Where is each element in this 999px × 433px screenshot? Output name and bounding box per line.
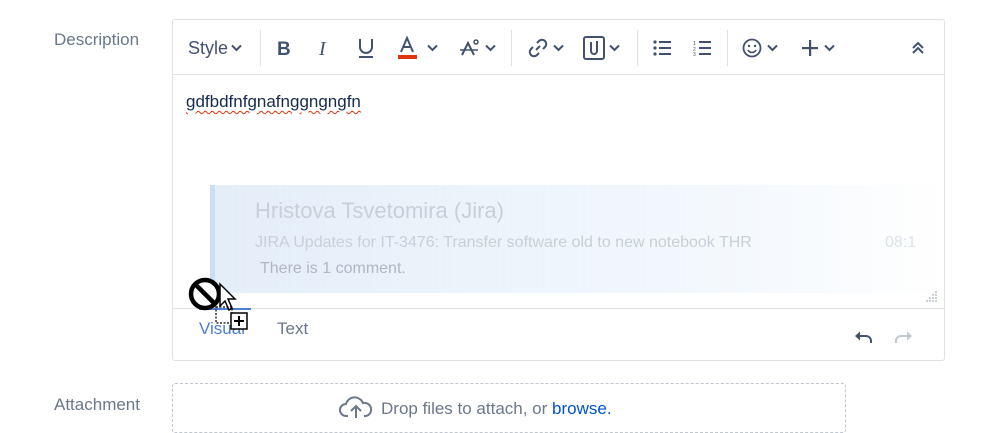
bold-icon: B bbox=[277, 39, 291, 58]
bullet-list-button[interactable] bbox=[653, 34, 671, 62]
resize-handle-icon[interactable] bbox=[926, 290, 938, 302]
dropzone-text: Drop files to attach, or browse. bbox=[381, 399, 612, 419]
attachment-icon bbox=[583, 36, 605, 60]
notification-subject: JIRA Updates for IT-3476: Transfer softw… bbox=[255, 234, 752, 251]
underline-icon bbox=[359, 39, 373, 58]
text-effects-icon bbox=[460, 39, 479, 56]
chevron-down-icon bbox=[609, 44, 620, 52]
attachment-label: Attachment bbox=[54, 395, 140, 414]
collapse-toolbar-button[interactable] bbox=[912, 34, 924, 62]
chevron-down-icon bbox=[824, 44, 835, 52]
active-tab-indicator bbox=[199, 308, 251, 310]
emoji-icon bbox=[742, 38, 762, 58]
tab-text[interactable]: Text bbox=[277, 319, 308, 339]
emoji-button[interactable] bbox=[742, 34, 778, 62]
svg-text:I: I bbox=[318, 38, 327, 58]
editor-mode-bar: Visual Text bbox=[173, 308, 944, 361]
toolbar-divider bbox=[637, 30, 638, 66]
svg-text:B: B bbox=[277, 39, 291, 58]
text-color-button[interactable] bbox=[397, 34, 438, 62]
toolbar-divider bbox=[511, 30, 512, 66]
email-notification-overlay[interactable]: Hristova Tsvetomira (Jira) JIRA Updates … bbox=[210, 185, 944, 293]
redo-icon bbox=[895, 331, 912, 343]
tab-visual[interactable]: Visual bbox=[199, 319, 245, 339]
chevron-down-icon bbox=[767, 44, 778, 52]
notification-sender: Hristova Tsvetomira (Jira) bbox=[255, 198, 504, 223]
description-editor: Style B I 1 2 3 gdfbdfnfgnafnggngngfn Hr… bbox=[172, 19, 945, 361]
link-icon bbox=[528, 38, 548, 58]
description-text[interactable]: gdfbdfnfgnafnggngngfn bbox=[186, 92, 361, 112]
italic-button[interactable]: I bbox=[317, 34, 333, 62]
plus-icon bbox=[802, 40, 818, 56]
svg-text:3: 3 bbox=[693, 52, 696, 56]
cloud-upload-icon bbox=[339, 396, 373, 418]
toolbar-divider bbox=[260, 30, 261, 66]
style-label: Style bbox=[188, 37, 229, 58]
attachment-dropzone[interactable]: Drop files to attach, or browse. bbox=[172, 383, 846, 433]
chevron-down-icon bbox=[427, 44, 438, 52]
toolbar-divider bbox=[727, 30, 728, 66]
drop-instructions: Drop files to attach, or bbox=[381, 399, 553, 418]
text-effects-button[interactable] bbox=[459, 34, 496, 62]
chevron-down-icon bbox=[553, 44, 564, 52]
text-color-icon bbox=[398, 36, 417, 59]
chevron-down-icon bbox=[231, 44, 242, 52]
numbered-list-icon: 123 bbox=[693, 41, 711, 56]
notification-time: 08:1 bbox=[885, 234, 917, 251]
underline-button[interactable] bbox=[357, 34, 375, 62]
editor-toolbar: Style B I 1 2 3 bbox=[173, 20, 944, 75]
insert-more-button[interactable] bbox=[801, 34, 835, 62]
attachment-button[interactable] bbox=[583, 34, 620, 62]
style-dropdown[interactable]: Style bbox=[188, 34, 242, 62]
italic-icon: I bbox=[318, 38, 327, 58]
numbered-list-button[interactable]: 123 bbox=[693, 34, 711, 62]
editor-content[interactable]: gdfbdfnfgnafnggngngfn Hristova Tsvetomir… bbox=[173, 75, 944, 308]
undo-icon[interactable] bbox=[854, 330, 874, 344]
collapse-icon bbox=[912, 41, 924, 54]
bullet-list-icon bbox=[653, 40, 671, 56]
browse-link[interactable]: browse. bbox=[552, 399, 612, 418]
link-button[interactable] bbox=[527, 34, 564, 62]
notification-body: There is 1 comment. bbox=[260, 260, 406, 277]
chevron-down-icon bbox=[485, 44, 496, 52]
bold-button[interactable]: B bbox=[276, 34, 294, 62]
description-label: Description bbox=[54, 30, 140, 49]
